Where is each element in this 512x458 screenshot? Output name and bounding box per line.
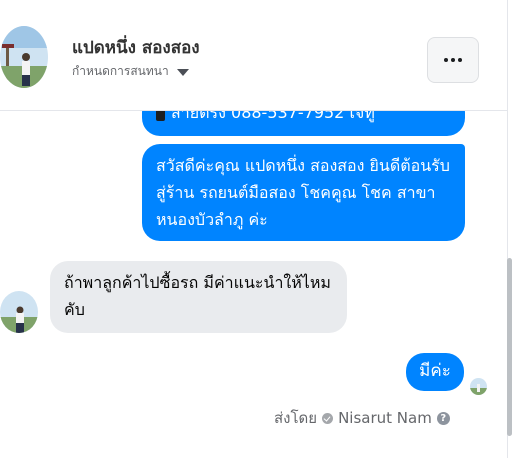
phone-icon bbox=[156, 111, 165, 121]
conversation-header: แปดหนึ่ง สองสอง กำหนดการสนทนา bbox=[0, 0, 507, 110]
contact-avatar[interactable] bbox=[0, 26, 48, 88]
outgoing-message-bubble[interactable]: สวัสดีค่ะคุณ แปดหนึ่ง สองสอง ยินดีต้อนรั… bbox=[142, 144, 465, 241]
outgoing-message-bubble[interactable]: สายตรง 088-537-7952 เจ้ทู bbox=[142, 111, 465, 136]
caret-down-icon bbox=[176, 69, 189, 76]
outgoing-message-bubble[interactable]: มีค่ะ bbox=[406, 353, 464, 391]
sent-by-label: ส่งโดย bbox=[274, 409, 318, 427]
outgoing-message-text: สายตรง 088-537-7952 เจ้ทู bbox=[171, 111, 375, 122]
contact-avatar-small[interactable] bbox=[0, 291, 38, 333]
message-thread[interactable]: สายตรง 088-537-7952 เจ้ทู สวัสดีค่ะคุณ แ… bbox=[0, 111, 507, 458]
sender-name[interactable]: Nisarut Nam bbox=[338, 409, 432, 427]
conversation-settings-dropdown[interactable]: กำหนดการสนทนา bbox=[72, 62, 189, 81]
verified-check-icon bbox=[322, 412, 334, 424]
contact-name[interactable]: แปดหนึ่ง สองสอง bbox=[72, 34, 200, 61]
outgoing-message-text: สวัสดีค่ะคุณ แปดหนึ่ง สองสอง ยินดีต้อนรั… bbox=[156, 156, 450, 229]
outgoing-message-text: มีค่ะ bbox=[419, 361, 451, 381]
more-dots-icon bbox=[458, 58, 462, 62]
incoming-message-bubble[interactable]: ถ้าพาลูกค้าไปซื้อรถ มีค่าแนะนำให้ไหมคับ bbox=[50, 261, 347, 333]
incoming-message-text: ถ้าพาลูกค้าไปซื้อรถ มีค่าแนะนำให้ไหมคับ bbox=[64, 273, 331, 319]
more-options-button[interactable] bbox=[427, 37, 479, 83]
seen-indicator-avatar bbox=[470, 378, 487, 395]
more-dots-icon bbox=[444, 58, 448, 62]
help-icon[interactable]: ? bbox=[436, 411, 450, 425]
sent-by-info: ส่งโดย Nisarut Nam ? bbox=[274, 406, 450, 430]
scrollbar-thumb[interactable] bbox=[507, 258, 512, 436]
more-dots-icon bbox=[451, 58, 455, 62]
conversation-settings-label: กำหนดการสนทนา bbox=[72, 64, 169, 78]
